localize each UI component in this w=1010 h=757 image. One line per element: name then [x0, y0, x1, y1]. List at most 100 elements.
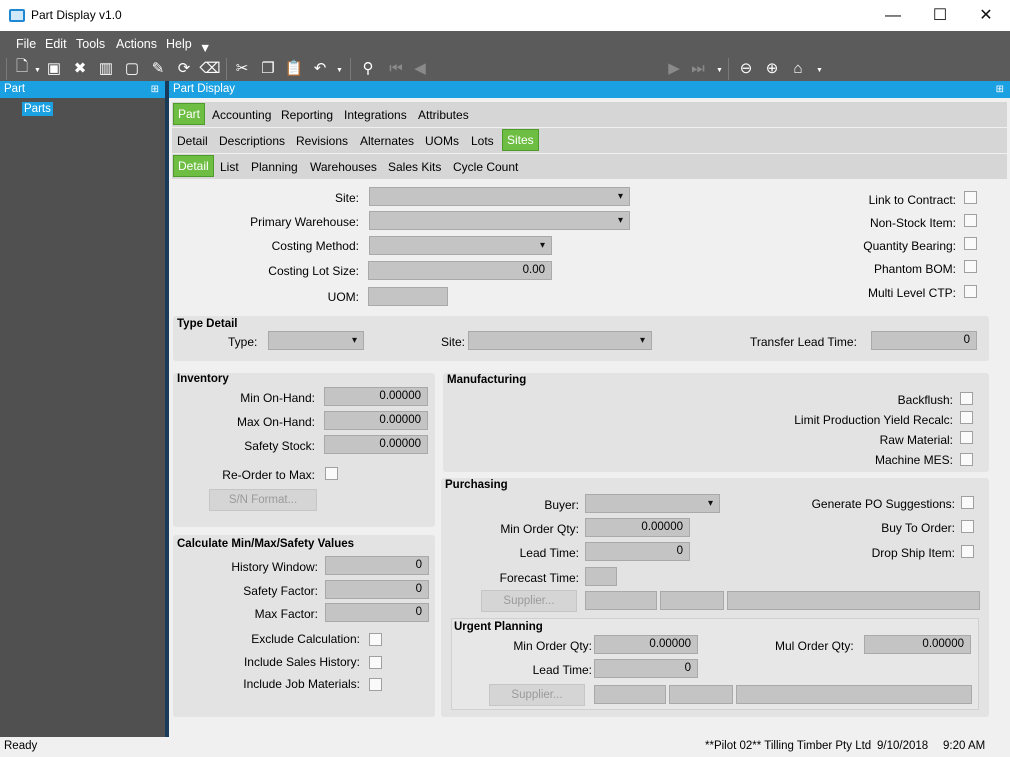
include-sales-history-checkbox[interactable]: [369, 656, 382, 669]
costing-lot-size-field[interactable]: 0.00: [368, 261, 552, 280]
close-button[interactable]: ✕: [963, 0, 1009, 31]
nav-chevron-down-icon[interactable]: ▼: [716, 67, 723, 74]
tree-item-parts[interactable]: Parts: [22, 102, 53, 116]
safety-factor-field[interactable]: 0: [325, 580, 429, 599]
generate-po-suggestions-checkbox[interactable]: [961, 496, 974, 509]
back-icon[interactable]: ⊖: [736, 58, 756, 78]
transfer-lead-time-field[interactable]: 0: [871, 331, 977, 350]
menu-help[interactable]: Help: [166, 37, 192, 51]
new-chevron-down-icon[interactable]: ▼: [34, 67, 41, 74]
mul-order-qty-field[interactable]: 0.00000: [864, 635, 971, 654]
undo-icon[interactable]: ↶: [310, 58, 330, 78]
pin-icon[interactable]: ⊞: [151, 81, 159, 98]
urgent-supplier-id-field[interactable]: [594, 685, 666, 704]
supplier-name-field[interactable]: [727, 591, 980, 610]
delete-icon[interactable]: ✖: [70, 58, 90, 78]
min-order-qty-field[interactable]: 0.00000: [585, 518, 690, 537]
menu-tools[interactable]: Tools: [76, 37, 105, 51]
copy-icon[interactable]: ❐: [258, 58, 278, 78]
note-icon[interactable]: ▢: [122, 58, 142, 78]
maximize-button[interactable]: ☐: [917, 0, 963, 31]
safety-stock-field[interactable]: 0.00000: [324, 435, 428, 454]
min-order-qty-label: Min Order Qty:: [500, 522, 579, 536]
min-on-hand-field[interactable]: 0.00000: [324, 387, 428, 406]
primary-warehouse-dropdown[interactable]: [369, 211, 630, 230]
tab-lots[interactable]: Lots: [471, 134, 494, 148]
tab-reporting[interactable]: Reporting: [281, 108, 333, 122]
history-window-field[interactable]: 0: [325, 556, 429, 575]
home-chevron-down-icon[interactable]: ▼: [816, 67, 823, 74]
next-record-icon[interactable]: ▶: [664, 58, 684, 78]
tab-sites[interactable]: Sites: [502, 129, 539, 151]
tab-integrations[interactable]: Integrations: [344, 108, 407, 122]
home-icon[interactable]: ⌂: [788, 58, 808, 78]
tab-cycle-count[interactable]: Cycle Count: [453, 160, 518, 174]
drop-ship-item-checkbox[interactable]: [961, 545, 974, 558]
search-icon[interactable]: ⚲: [358, 58, 378, 78]
tab-accounting[interactable]: Accounting: [212, 108, 271, 122]
tab-alternates[interactable]: Alternates: [360, 134, 414, 148]
phantom-bom-checkbox[interactable]: [964, 260, 977, 273]
urgent-supplier-button[interactable]: Supplier...: [489, 684, 585, 706]
forecast-time-field[interactable]: [585, 567, 617, 586]
tab-warehouses[interactable]: Warehouses: [310, 160, 377, 174]
tab-detail[interactable]: Detail: [177, 134, 208, 148]
refresh-icon[interactable]: ⟳: [174, 58, 194, 78]
buyer-dropdown[interactable]: [585, 494, 720, 513]
save-icon[interactable]: ▣: [44, 58, 64, 78]
urgent-min-order-qty-field[interactable]: 0.00000: [594, 635, 698, 654]
menu-edit[interactable]: Edit: [45, 37, 67, 51]
include-job-materials-checkbox[interactable]: [369, 678, 382, 691]
exclude-calculation-checkbox[interactable]: [369, 633, 382, 646]
first-record-icon[interactable]: ⏮: [386, 58, 406, 78]
link-to-contract-checkbox[interactable]: [964, 191, 977, 204]
tab-uoms[interactable]: UOMs: [425, 134, 459, 148]
clear-icon[interactable]: ⌫: [199, 58, 220, 78]
quantity-bearing-checkbox[interactable]: [964, 237, 977, 250]
pin-icon[interactable]: ⊞: [996, 81, 1004, 98]
book-icon[interactable]: ▥: [96, 58, 116, 78]
cut-icon[interactable]: ✂: [232, 58, 252, 78]
limit-production-yield-recalc-checkbox[interactable]: [960, 411, 973, 424]
new-icon[interactable]: 🗋: [12, 58, 32, 78]
site-dropdown[interactable]: [369, 187, 630, 206]
type-site-dropdown[interactable]: [468, 331, 652, 350]
attachment-icon[interactable]: ✎: [148, 58, 168, 78]
tab-attributes[interactable]: Attributes: [418, 108, 469, 122]
backflush-checkbox[interactable]: [960, 392, 973, 405]
minimize-button[interactable]: —: [870, 0, 916, 31]
undo-chevron-down-icon[interactable]: ▼: [336, 67, 343, 74]
uom-field[interactable]: [368, 287, 448, 306]
costing-method-dropdown[interactable]: [369, 236, 552, 255]
sn-format-button[interactable]: S/N Format...: [209, 489, 317, 511]
urgent-lead-time-field[interactable]: 0: [594, 659, 698, 678]
lead-time-field[interactable]: 0: [585, 542, 690, 561]
supplier-id-field[interactable]: [585, 591, 657, 610]
urgent-supplier-site-field[interactable]: [669, 685, 733, 704]
non-stock-item-checkbox[interactable]: [964, 214, 977, 227]
tab-part[interactable]: Part: [173, 103, 206, 125]
multi-level-ctp-checkbox[interactable]: [964, 285, 977, 298]
supplier-site-field[interactable]: [660, 591, 724, 610]
tab-descriptions[interactable]: Descriptions: [219, 134, 285, 148]
type-dropdown[interactable]: [268, 331, 364, 350]
max-factor-field[interactable]: 0: [325, 603, 429, 622]
previous-record-icon[interactable]: ◀: [410, 58, 430, 78]
paste-icon[interactable]: 📋: [284, 58, 304, 78]
tab-planning[interactable]: Planning: [251, 160, 298, 174]
tab-list[interactable]: List: [220, 160, 239, 174]
menu-actions[interactable]: Actions: [116, 37, 157, 51]
menu-file[interactable]: File: [16, 37, 36, 51]
max-on-hand-field[interactable]: 0.00000: [324, 411, 428, 430]
forward-icon[interactable]: ⊕: [762, 58, 782, 78]
last-record-icon[interactable]: ⏭: [688, 58, 708, 78]
supplier-button[interactable]: Supplier...: [481, 590, 577, 612]
urgent-supplier-name-field[interactable]: [736, 685, 972, 704]
buy-to-order-checkbox[interactable]: [961, 520, 974, 533]
tab-revisions[interactable]: Revisions: [296, 134, 348, 148]
tab-site-detail[interactable]: Detail: [173, 155, 214, 177]
raw-material-checkbox[interactable]: [960, 431, 973, 444]
machine-mes-checkbox[interactable]: [960, 453, 973, 466]
reorder-to-max-checkbox[interactable]: [325, 467, 338, 480]
tab-sales-kits[interactable]: Sales Kits: [388, 160, 441, 174]
